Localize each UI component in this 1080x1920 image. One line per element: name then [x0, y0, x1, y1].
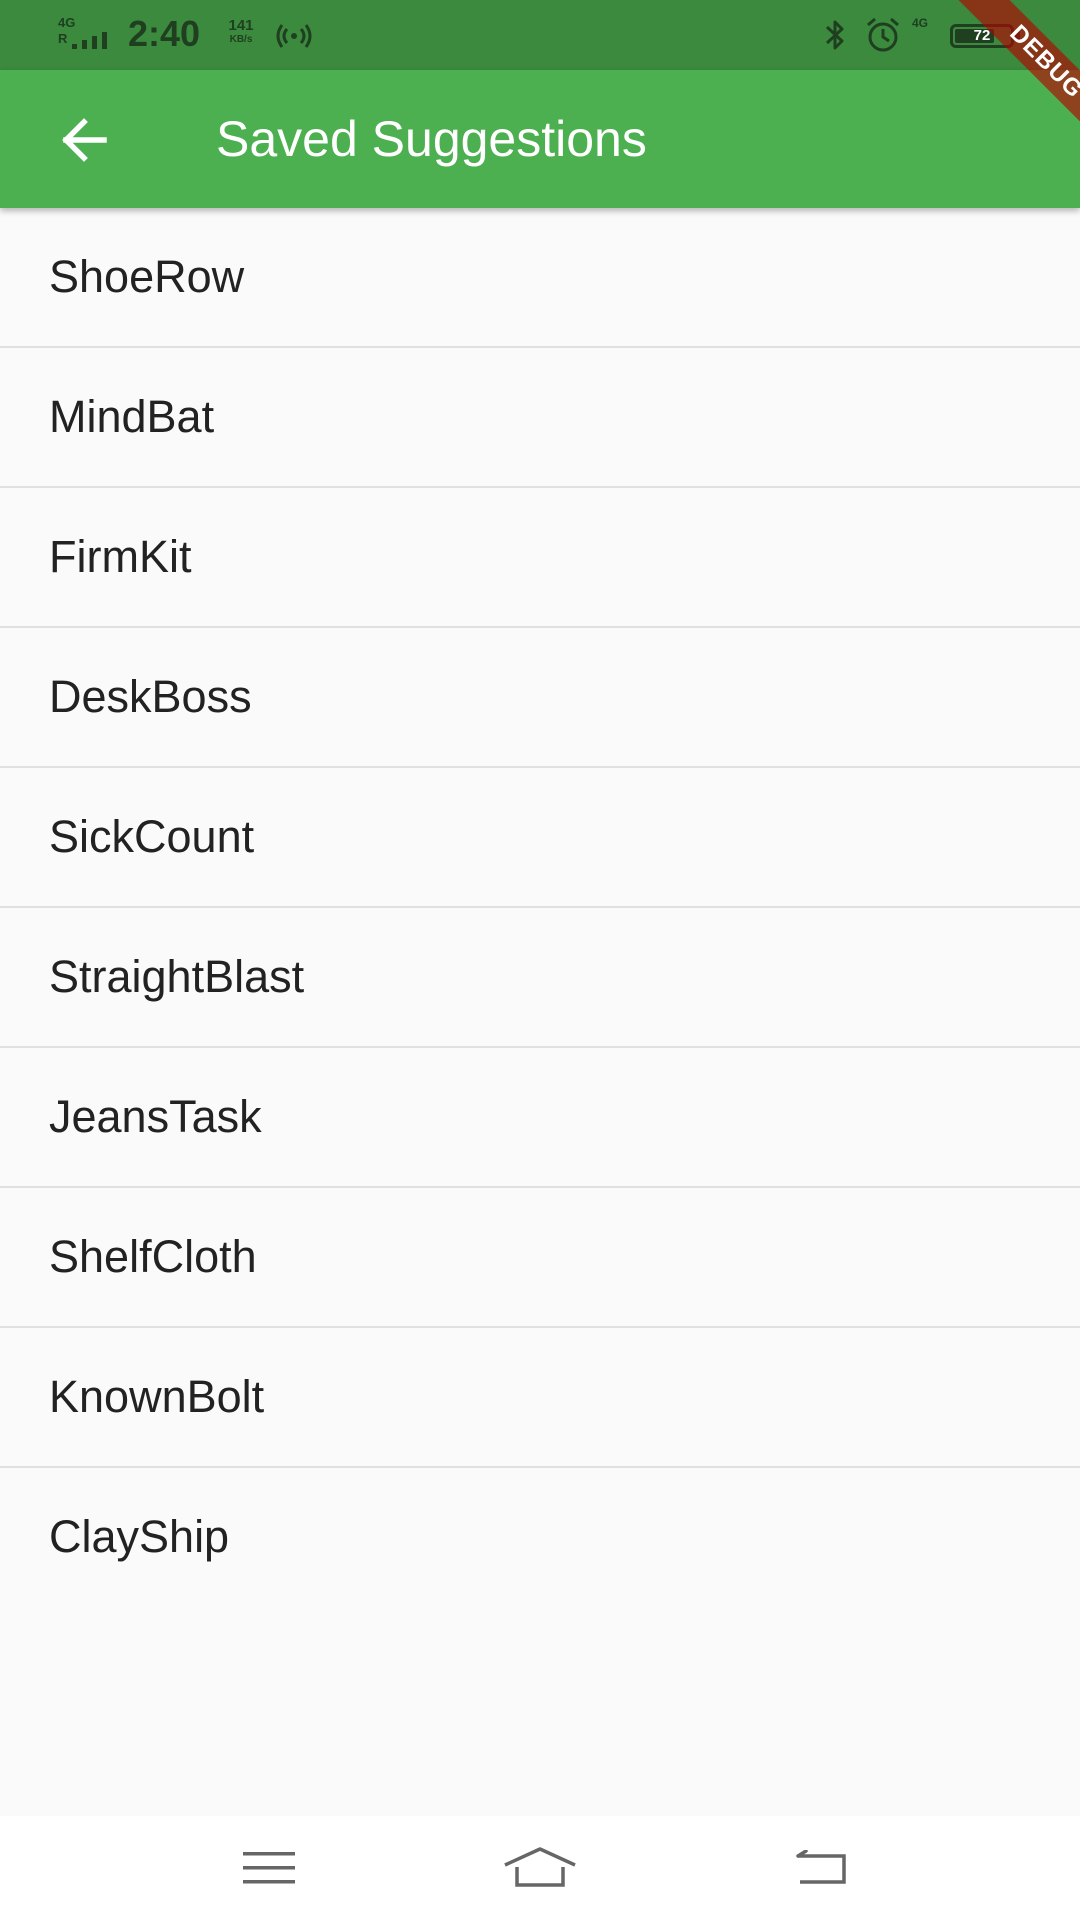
- home-icon: [504, 1847, 576, 1887]
- secondary-network-label: 4G: [912, 16, 929, 30]
- battery-tip: [1015, 31, 1020, 41]
- roaming-label: R: [58, 31, 68, 46]
- signal-indicator: 4G R: [58, 16, 118, 50]
- list-item-label: DeskBoss: [49, 671, 252, 722]
- list-item-label: FirmKit: [49, 531, 192, 582]
- network-speed: 141 KB/s: [220, 18, 262, 46]
- list-item[interactable]: SickCount: [0, 768, 1080, 908]
- menu-icon: [243, 1852, 295, 1884]
- list-item[interactable]: KnownBolt: [0, 1328, 1080, 1468]
- list-item[interactable]: ShelfCloth: [0, 1188, 1080, 1328]
- saved-suggestions-list: ShoeRow MindBat FirmKit DeskBoss SickCount St…: [0, 208, 1080, 1606]
- list-item-label: ShelfCloth: [49, 1231, 257, 1282]
- home-button[interactable]: [480, 1830, 600, 1906]
- network-speed-unit: KB/s: [229, 34, 253, 45]
- list-item-label: ShoeRow: [49, 251, 245, 302]
- list-item-label: KnownBolt: [49, 1371, 265, 1422]
- network-type-label: 4G: [58, 15, 76, 30]
- signal-icon: [72, 32, 107, 49]
- list-item-label: JeansTask: [49, 1091, 262, 1142]
- alarm-icon: [867, 17, 899, 52]
- network-speed-value: 141: [228, 17, 254, 34]
- back-icon: [796, 1850, 846, 1884]
- list-item[interactable]: ClayShip: [0, 1468, 1080, 1606]
- list-item[interactable]: DeskBoss: [0, 628, 1080, 768]
- page-title: Saved Suggestions: [216, 111, 647, 167]
- status-time: 2:40: [128, 13, 201, 54]
- back-button[interactable]: [44, 100, 124, 180]
- app-bar: Saved Suggestions: [0, 70, 1080, 208]
- system-back-button[interactable]: [762, 1830, 882, 1906]
- list-item[interactable]: JeansTask: [0, 1048, 1080, 1188]
- list-item-label: SickCount: [49, 811, 255, 862]
- hotspot-icon: [276, 24, 312, 48]
- list-item[interactable]: MindBat: [0, 348, 1080, 488]
- arrow-back-icon: [62, 118, 107, 162]
- list-item-label: MindBat: [49, 391, 215, 442]
- battery-level: 72: [973, 27, 991, 44]
- menu-button[interactable]: [210, 1830, 330, 1906]
- status-bar: 4G R 2:40 141 KB/s 4G 72: [0, 0, 1080, 70]
- list-item-label: ClayShip: [49, 1511, 230, 1562]
- list-item[interactable]: FirmKit: [0, 488, 1080, 628]
- list-item[interactable]: ShoeRow: [0, 208, 1080, 348]
- list-item-label: StraightBlast: [49, 951, 305, 1002]
- navigation-bar: [0, 1816, 1080, 1920]
- bluetooth-icon: [825, 20, 844, 50]
- list-item[interactable]: StraightBlast: [0, 908, 1080, 1048]
